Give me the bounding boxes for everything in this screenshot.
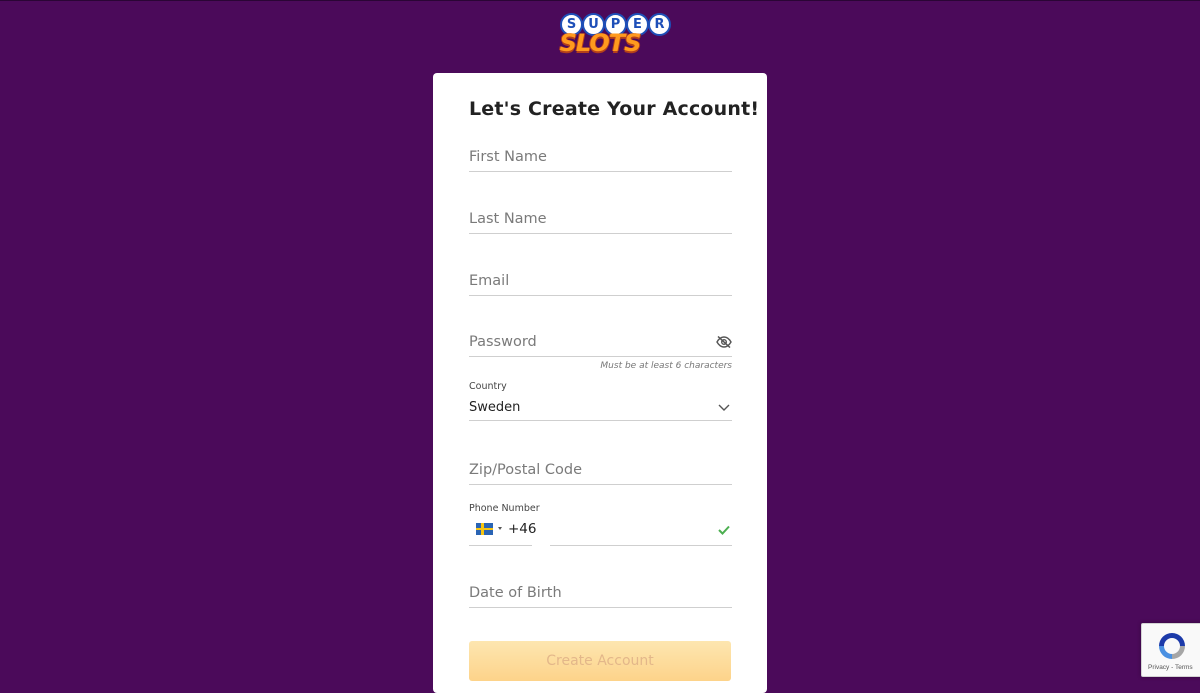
- phone-number-field[interactable]: [550, 519, 732, 546]
- password-hint: Must be at least 6 characters: [600, 361, 732, 371]
- chevron-down-icon: [718, 404, 730, 411]
- create-account-button[interactable]: Create Account: [469, 641, 731, 681]
- logo-bottom-text: SLOTS: [559, 29, 642, 57]
- last-name-placeholder: Last Name: [469, 211, 547, 227]
- recaptcha-badge[interactable]: Privacy - Terms: [1141, 623, 1200, 677]
- country-select[interactable]: Sweden: [469, 391, 732, 421]
- caret-down-icon: [498, 527, 502, 530]
- phone-prefix: +46: [508, 521, 537, 537]
- recaptcha-icon: [1159, 633, 1185, 659]
- first-name-field[interactable]: First Name: [469, 135, 732, 172]
- super-slots-logo[interactable]: S U P E R SLOTS: [556, 13, 671, 57]
- check-icon: [718, 525, 730, 535]
- date-of-birth-field[interactable]: Date of Birth: [469, 571, 732, 608]
- first-name-placeholder: First Name: [469, 149, 547, 165]
- zip-placeholder: Zip/Postal Code: [469, 462, 583, 478]
- phone-country-selector[interactable]: +46: [469, 519, 537, 546]
- phone-label: Phone Number: [469, 503, 540, 514]
- last-name-field[interactable]: Last Name: [469, 197, 732, 234]
- logo-letter: R: [648, 13, 671, 36]
- eye-off-icon[interactable]: [716, 336, 732, 348]
- form-title: Let's Create Your Account!: [469, 98, 760, 120]
- country-value: Sweden: [469, 400, 521, 415]
- sweden-flag-icon: [476, 523, 493, 535]
- signup-card: Let's Create Your Account! First Name La…: [433, 73, 767, 693]
- email-field[interactable]: Email: [469, 259, 732, 296]
- password-field[interactable]: Password: [469, 321, 732, 357]
- recaptcha-links[interactable]: Privacy - Terms: [1148, 664, 1193, 671]
- email-placeholder: Email: [469, 273, 510, 289]
- password-placeholder: Password: [469, 334, 537, 350]
- dob-placeholder: Date of Birth: [469, 585, 562, 601]
- zip-field[interactable]: Zip/Postal Code: [469, 447, 732, 485]
